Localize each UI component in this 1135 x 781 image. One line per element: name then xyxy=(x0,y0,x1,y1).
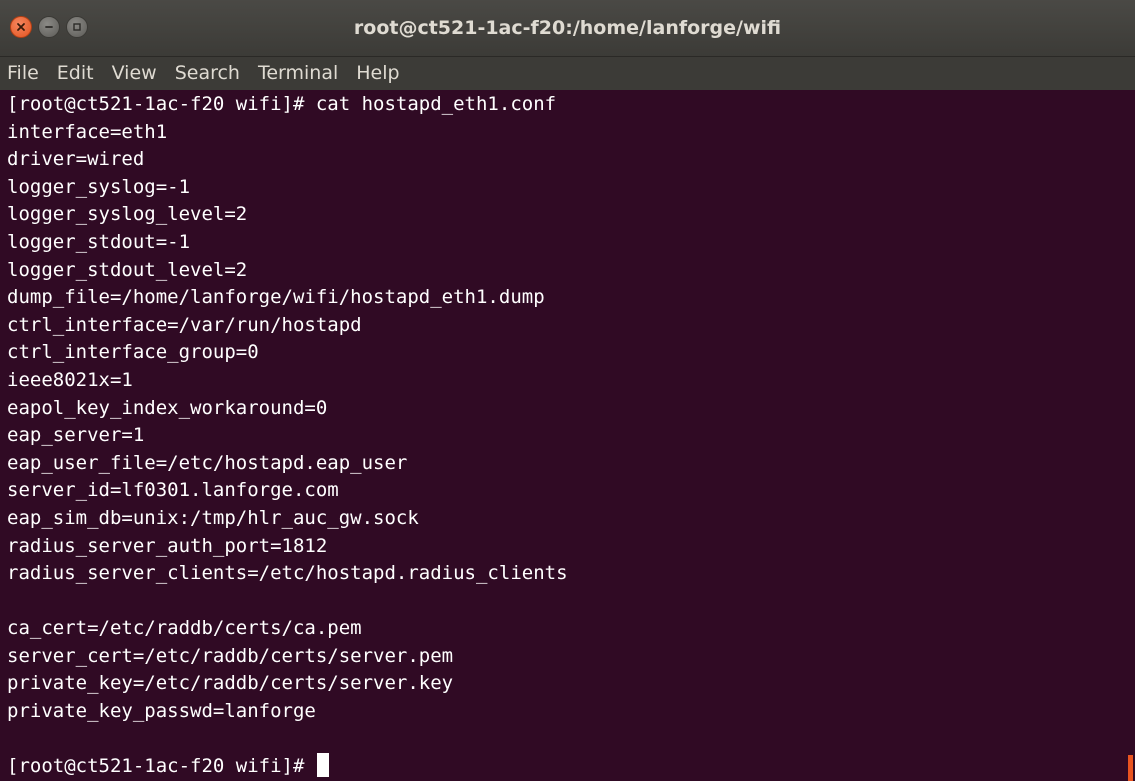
terminal-line: server_id=lf0301.lanforge.com xyxy=(7,479,339,502)
terminal-line: ieee8021x=1 xyxy=(7,368,133,391)
menu-help[interactable]: Help xyxy=(347,57,408,90)
prompt-line[interactable]: [root@ct521-1ac-f20 wifi]# xyxy=(7,753,1127,781)
scrollbar-thumb[interactable] xyxy=(1128,755,1133,781)
menu-search[interactable]: Search xyxy=(166,57,249,90)
menu-bar: File Edit View Search Terminal Help xyxy=(0,57,1135,90)
text-cursor xyxy=(316,753,329,778)
terminal-line: eap_user_file=/etc/hostapd.eap_user xyxy=(7,451,408,474)
title-bar[interactable]: root@ct521-1ac-f20:/home/lanforge/wifi xyxy=(0,0,1135,57)
terminal-line: ctrl_interface=/var/run/hostapd xyxy=(7,313,362,336)
terminal-line: radius_server_auth_port=1812 xyxy=(7,534,328,557)
menu-file[interactable]: File xyxy=(0,57,48,90)
menu-terminal[interactable]: Terminal xyxy=(249,57,347,90)
shell-prompt: [root@ct521-1ac-f20 wifi]# xyxy=(7,755,316,778)
terminal-line: [root@ct521-1ac-f20 wifi]# cat hostapd_e… xyxy=(7,93,557,115)
terminal-line: private_key=/etc/raddb/certs/server.key xyxy=(7,672,454,695)
terminal-line: interface=eth1 xyxy=(7,120,168,143)
terminal-line: server_cert=/etc/raddb/certs/server.pem xyxy=(7,644,454,667)
terminal-line: logger_syslog=-1 xyxy=(7,175,191,198)
terminal-line: eap_sim_db=unix:/tmp/hlr_auc_gw.sock xyxy=(7,506,419,529)
terminal-line: private_key_passwd=lanforge xyxy=(7,700,316,723)
terminal-line: logger_stdout=-1 xyxy=(7,230,191,253)
terminal-line: logger_stdout_level=2 xyxy=(7,258,248,281)
terminal-line: driver=wired xyxy=(7,148,145,171)
terminal-window: root@ct521-1ac-f20:/home/lanforge/wifi F… xyxy=(0,0,1135,781)
terminal-line: eap_server=1 xyxy=(7,424,145,447)
menu-edit[interactable]: Edit xyxy=(48,57,103,90)
terminal-line: dump_file=/home/lanforge/wifi/hostapd_et… xyxy=(7,286,545,309)
window-title: root@ct521-1ac-f20:/home/lanforge/wifi xyxy=(353,17,782,39)
terminal-line: logger_syslog_level=2 xyxy=(7,203,248,226)
terminal-line: ctrl_interface_group=0 xyxy=(7,341,259,364)
terminal-output[interactable]: [root@ct521-1ac-f20 wifi]# cat hostapd_e… xyxy=(0,90,1127,781)
terminal-line: ca_cert=/etc/raddb/certs/ca.pem xyxy=(7,617,362,640)
menu-view[interactable]: View xyxy=(103,57,166,90)
scrollbar[interactable] xyxy=(1127,90,1135,781)
terminal-line: radius_server_clients=/etc/hostapd.radiu… xyxy=(7,562,568,585)
terminal-line: eapol_key_index_workaround=0 xyxy=(7,396,328,419)
